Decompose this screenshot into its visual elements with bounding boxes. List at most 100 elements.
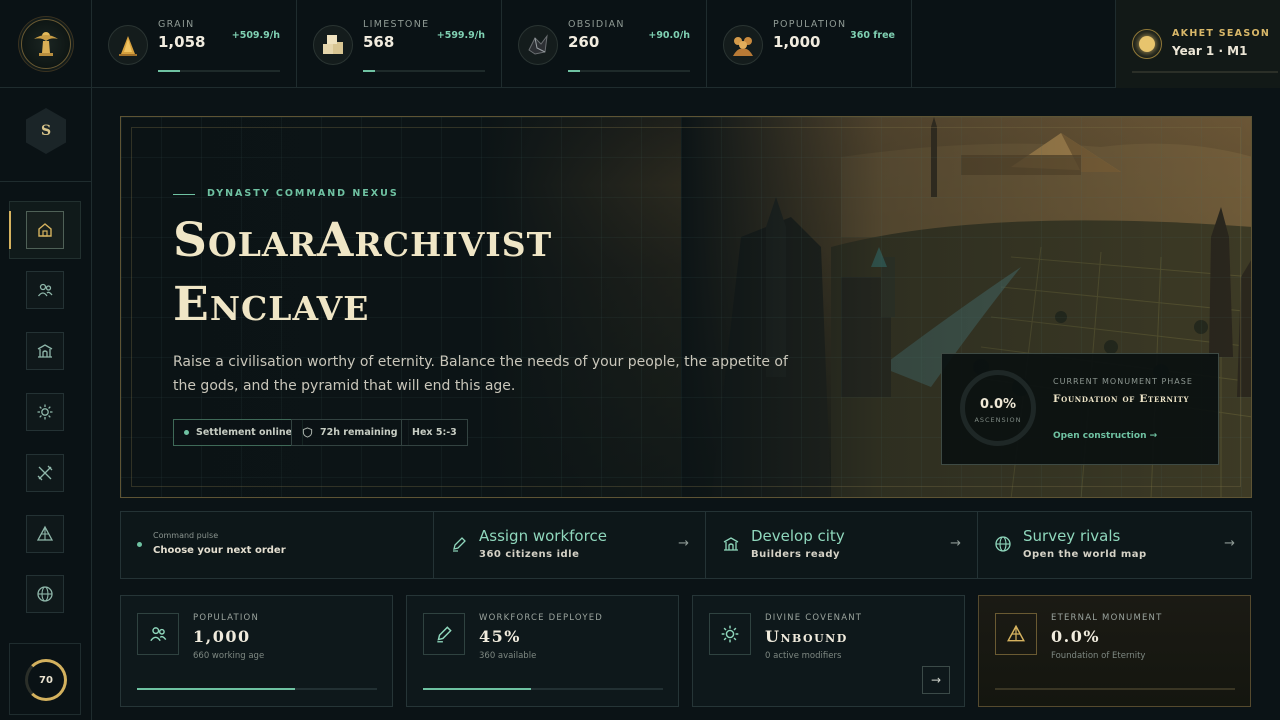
era-progress-ring: 70 bbox=[25, 659, 67, 701]
season-indicator[interactable]: AKHET SEASON Year 1 · M1 bbox=[1115, 0, 1280, 88]
card-value: 1,000 bbox=[193, 627, 251, 646]
season-label: AKHET SEASON bbox=[1172, 28, 1271, 39]
dynasty-emblem-icon bbox=[20, 19, 71, 69]
people-icon bbox=[37, 283, 53, 297]
card-progress bbox=[995, 688, 1235, 690]
nav-world[interactable] bbox=[26, 575, 64, 613]
pulse-text: Choose your next order bbox=[153, 545, 286, 556]
chip-label: Settlement online bbox=[196, 427, 293, 438]
ascension-percent: 0.0% bbox=[979, 397, 1017, 412]
globe-icon bbox=[995, 536, 1011, 552]
action-survey-rivals[interactable]: Survey rivals Open the world map → bbox=[978, 512, 1251, 578]
card-progress bbox=[137, 688, 377, 690]
era-progress[interactable]: 70 bbox=[9, 643, 81, 715]
card-value: 0.0% bbox=[1051, 627, 1101, 646]
status-dot-icon bbox=[184, 430, 189, 435]
nav-monument[interactable] bbox=[26, 515, 64, 553]
hero-panel: DYNASTY COMMAND NEXUS SolarArchivist Enc… bbox=[120, 116, 1252, 498]
battle-icon bbox=[37, 465, 53, 481]
resource-value: 1,000 bbox=[773, 33, 821, 51]
resource-progress bbox=[158, 70, 280, 72]
pencil-icon bbox=[437, 626, 452, 643]
resource-name: LIMESTONE bbox=[363, 19, 430, 30]
open-covenant-button[interactable]: → bbox=[922, 666, 950, 694]
stat-card-divine[interactable]: DIVINE COVENANT Unbound 0 active modifie… bbox=[692, 595, 965, 707]
nav-home[interactable] bbox=[26, 211, 64, 249]
card-value: Unbound bbox=[765, 627, 848, 646]
resource-limestone[interactable]: LIMESTONE 568 +599.9/h bbox=[297, 0, 502, 88]
sun-icon bbox=[37, 404, 53, 420]
action-subtitle: 360 citizens idle bbox=[479, 549, 580, 560]
card-subtext: 360 available bbox=[479, 651, 537, 661]
action-subtitle: Builders ready bbox=[751, 549, 841, 560]
open-construction-link[interactable]: Open construction → bbox=[1053, 431, 1157, 441]
pencil-icon bbox=[453, 537, 466, 552]
action-develop-city[interactable]: Develop city Builders ready → bbox=[706, 512, 978, 578]
resource-obsidian[interactable]: OBSIDIAN 260 +90.0/h bbox=[502, 0, 707, 88]
arrow-right-icon: → bbox=[678, 536, 689, 551]
pulse-dot-icon bbox=[137, 542, 142, 547]
pyramid-icon bbox=[1007, 624, 1025, 642]
resource-grain[interactable]: GRAIN 1,058 +509.9/h bbox=[92, 0, 297, 88]
card-label: POPULATION bbox=[193, 613, 259, 623]
resource-rate: +509.9/h bbox=[231, 30, 280, 41]
status-chip-settlement: Settlement online bbox=[173, 419, 304, 446]
action-title: Assign workforce bbox=[479, 527, 607, 545]
resource-name: GRAIN bbox=[158, 19, 195, 30]
ascension-label: ASCENSION bbox=[974, 416, 1022, 424]
status-chip-timer: 72h remaining bbox=[291, 419, 409, 446]
season-divider bbox=[1132, 71, 1278, 73]
chip-label: Hex 5:-3 bbox=[412, 427, 457, 438]
logo-cell[interactable] bbox=[0, 0, 92, 88]
stat-card-workforce[interactable]: WORKFORCE DEPLOYED 45% 360 available bbox=[406, 595, 679, 707]
page-title: SolarArchivist Enclave bbox=[173, 209, 793, 337]
card-subtext: Foundation of Eternity bbox=[1051, 651, 1146, 661]
resource-progress-fill bbox=[568, 70, 581, 72]
arrow-right-icon: → bbox=[1224, 536, 1235, 551]
resource-name: POPULATION bbox=[773, 19, 847, 30]
profile-badge[interactable]: S bbox=[26, 108, 66, 154]
sun-disc-icon bbox=[1132, 29, 1162, 59]
sidebar: S 70 bbox=[0, 88, 92, 720]
card-progress-fill bbox=[423, 688, 531, 690]
population-icon bbox=[723, 25, 763, 65]
resource-population[interactable]: POPULATION 1,000 360 free bbox=[707, 0, 912, 88]
nav-active-indicator bbox=[9, 211, 11, 249]
resource-rate: +599.9/h bbox=[436, 30, 485, 41]
card-subtext: 0 active modifiers bbox=[765, 651, 842, 661]
season-date: Year 1 · M1 bbox=[1172, 44, 1248, 58]
page-title-line1: SolarArchivist bbox=[173, 213, 553, 268]
obsidian-icon bbox=[518, 25, 558, 65]
temple-icon bbox=[37, 344, 53, 358]
phase-title: Foundation of Eternity bbox=[1053, 393, 1190, 405]
limestone-icon bbox=[313, 25, 353, 65]
nav-military[interactable] bbox=[26, 454, 64, 492]
card-icon-frame bbox=[709, 613, 751, 655]
action-subtitle: Open the world map bbox=[1023, 549, 1147, 560]
pulse-label: Command pulse bbox=[153, 531, 219, 540]
card-label: WORKFORCE DEPLOYED bbox=[479, 613, 604, 623]
resource-value: 260 bbox=[568, 33, 600, 51]
stat-card-population[interactable]: POPULATION 1,000 660 working age bbox=[120, 595, 393, 707]
hero-description: Raise a civilisation worthy of eternity.… bbox=[173, 354, 788, 394]
action-assign-workforce[interactable]: Assign workforce 360 citizens idle → bbox=[434, 512, 706, 578]
ascension-ring: 0.0% ASCENSION bbox=[960, 370, 1036, 446]
nav-divine[interactable] bbox=[26, 393, 64, 431]
globe-icon bbox=[37, 586, 53, 602]
nav-city[interactable] bbox=[26, 332, 64, 370]
resource-progress bbox=[568, 70, 690, 72]
resource-progress bbox=[363, 70, 485, 72]
nav-population[interactable] bbox=[26, 271, 64, 309]
card-progress bbox=[423, 688, 663, 690]
resource-name: OBSIDIAN bbox=[568, 19, 625, 30]
pyramid-icon bbox=[36, 525, 54, 541]
card-label: DIVINE COVENANT bbox=[765, 613, 863, 623]
card-icon-frame bbox=[423, 613, 465, 655]
chip-label: 72h remaining bbox=[320, 427, 398, 438]
hero-kicker: DYNASTY COMMAND NEXUS bbox=[207, 188, 399, 199]
resource-value: 568 bbox=[363, 33, 395, 51]
monument-phase-card[interactable]: 0.0% ASCENSION CURRENT MONUMENT PHASE Fo… bbox=[941, 353, 1219, 465]
stat-card-monument[interactable]: ETERNAL MONUMENT 0.0% Foundation of Eter… bbox=[978, 595, 1251, 707]
arrow-right-icon: → bbox=[950, 536, 961, 551]
resource-rate: 360 free bbox=[850, 30, 895, 41]
